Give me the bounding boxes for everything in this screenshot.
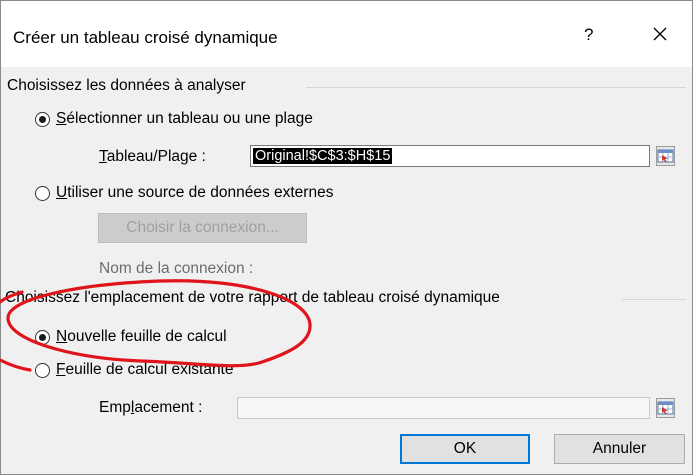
radio-external-source-label: Utiliser une source de données externes [56,184,334,201]
ok-button[interactable]: OK [400,434,530,464]
location-section-divider [622,299,686,300]
title-bar: Créer un tableau croisé dynamique ? [1,1,692,67]
radio-external-source[interactable]: Utiliser une source de données externes [35,184,333,202]
radio-existing-worksheet-label: Feuille de calcul existante [56,361,234,378]
radio-new-worksheet[interactable]: Nouvelle feuille de calcul [35,328,227,346]
radio-select-table[interactable]: Sélectionner un tableau ou une plage [35,110,313,128]
location-picker-icon[interactable] [656,398,675,418]
radio-existing-worksheet-button[interactable] [35,362,50,378]
location-section-header: Choisissez l'emplacement de votre rappor… [5,289,500,306]
radio-select-table-label: Sélectionner un tableau ou une plage [56,110,313,127]
range-picker-icon[interactable] [656,146,675,166]
range-label: Tableau/Plage : [99,148,206,165]
dialog-content: Choisissez les données à analyser Sélect… [1,67,692,474]
location-input[interactable] [237,397,650,419]
location-picker-glyph [657,401,674,415]
data-section-header: Choisissez les données à analyser [7,77,246,94]
range-input-value: Original!$C$3:$H$15 [253,148,393,164]
range-input[interactable]: Original!$C$3:$H$15 [250,145,650,167]
choose-connection-button[interactable]: Choisir la connexion... [98,213,307,243]
radio-external-source-button[interactable] [35,185,50,201]
radio-new-worksheet-button[interactable] [35,329,50,345]
pivot-table-dialog: Créer un tableau croisé dynamique ? Choi… [0,0,693,475]
dialog-title: Créer un tableau croisé dynamique [13,28,278,47]
help-button[interactable]: ? [584,25,593,45]
connection-name-label: Nom de la connexion : [99,260,254,277]
data-section-divider [306,87,686,88]
radio-select-table-button[interactable] [35,111,50,127]
cancel-button[interactable]: Annuler [554,434,685,464]
radio-existing-worksheet[interactable]: Feuille de calcul existante [35,361,234,379]
close-icon[interactable] [646,20,674,48]
range-picker-glyph [657,149,674,163]
location-label: Emplacement : [99,399,203,416]
radio-new-worksheet-label: Nouvelle feuille de calcul [56,328,227,345]
